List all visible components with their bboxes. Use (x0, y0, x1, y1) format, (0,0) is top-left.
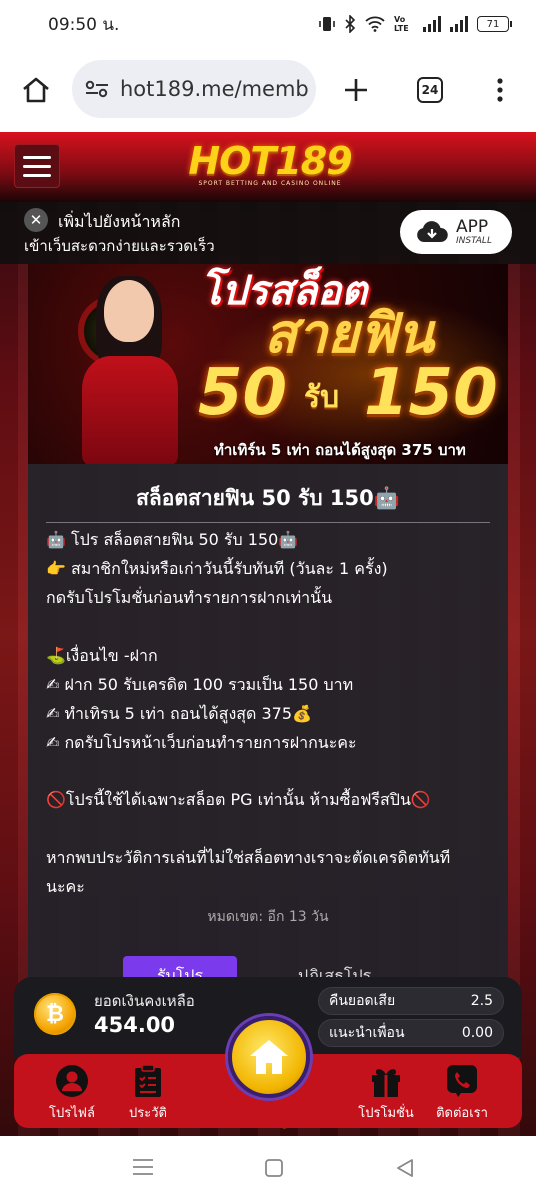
menu-button[interactable] (14, 144, 60, 188)
banner-footnote: ทำเทิร์น 5 เท่า ถอนได้สูงสุด 375 บาท (214, 441, 466, 459)
status-icons: Vo LTE 71 (319, 15, 512, 33)
install-label: INSTALL (456, 235, 492, 246)
promo-line: 👉 สมาชิกใหม่หรือเก่าวันนี้รับทันที (วันล… (46, 559, 388, 578)
bluetooth-icon (345, 15, 356, 33)
cashback-value: 2.5 (470, 993, 493, 1009)
expiry-text: หมดเขต: อีก 13 วัน (207, 909, 329, 925)
promo-line: กดรับโปรโมชั่นก่อนทำรายการฝากเท่านั้น (46, 588, 333, 607)
battery-level: 71 (477, 16, 509, 32)
promo-line: 🚫โปรนี้ใช้ได้เฉพาะสล็อต PG เท่านั้น ห้าม… (46, 790, 431, 809)
tab-switcher-button[interactable]: 24 (410, 70, 450, 110)
recents-icon[interactable] (132, 1158, 154, 1176)
status-bar: 09:50 น. Vo LTE 71 (0, 0, 536, 48)
logo-text: HOT189 (188, 139, 352, 183)
logo-tagline: SPORT BETTING AND CASINO ONLINE (198, 180, 342, 187)
nav-promotion-label: โปรโมชั่น (358, 1106, 414, 1121)
promo-line: ✍ กดรับโปรหน้าเว็บก่อนทำรายการฝากนะคะ (46, 733, 357, 752)
vibrate-icon (319, 17, 335, 31)
banner-receive: รับ (304, 380, 340, 415)
nav-history[interactable]: ประวัติ (108, 1064, 188, 1123)
balance-value: 454.00 (94, 1013, 176, 1037)
battery-icon: 71 (477, 16, 512, 32)
promo-line: หากพบประวัติการเล่นที่ไม่ใช่สล็อตทางเราจ… (46, 848, 451, 867)
profile-icon (56, 1065, 88, 1097)
clock: 09:50 น. (48, 14, 120, 35)
close-icon[interactable]: ✕ (24, 208, 48, 232)
phone-icon (447, 1065, 477, 1097)
promo-line: 🤖 โปร สล็อตสายฟิน 50 รับ 150🤖 (46, 530, 299, 549)
nav-home-button[interactable] (228, 1016, 310, 1098)
site-logo[interactable]: HOT189 SPORT BETTING AND CASINO ONLINE (180, 140, 360, 196)
address-bar[interactable]: hot189.me/memb (72, 60, 316, 118)
web-content: HOT189 SPORT BETTING AND CASINO ONLINE ✕… (0, 132, 536, 1136)
new-tab-icon[interactable] (336, 70, 376, 110)
pwa-title: เพิ่มไปยังหน้าหลัก (58, 212, 181, 231)
url-text: hot189.me/memb (120, 77, 309, 101)
nav-contact-label: ติดต่อเรา (436, 1106, 488, 1121)
nav-promotion[interactable]: โปรโมชั่น (346, 1064, 426, 1123)
nav-profile-label: โปรไฟล์ (49, 1106, 95, 1121)
site-settings-icon[interactable] (84, 78, 110, 100)
nav-profile[interactable]: โปรไฟล์ (32, 1064, 112, 1123)
gift-icon (372, 1069, 400, 1097)
app-label: APP (456, 216, 489, 237)
promo-detail-card: สล็อตสายฟิน 50 รับ 150🤖 🤖 โปร สล็อตสายฟิ… (28, 464, 508, 1024)
home-icon[interactable] (16, 70, 56, 110)
nav-contact[interactable]: ติดต่อเรา (422, 1064, 502, 1123)
cashback-label: คืนยอดเสีย (329, 993, 396, 1009)
pwa-subtitle: เข้าเว็บสะดวกง่ายและรวดเร็ว (24, 237, 215, 255)
clipboard-icon (135, 1064, 161, 1097)
promo-title: สล็อตสายฟิน 50 รับ 150🤖 (136, 486, 400, 510)
wifi-icon (365, 16, 385, 32)
referral-stat[interactable]: แนะนำเพื่อน 0.00 (318, 1019, 504, 1047)
volte-label: Vo LTE (394, 15, 409, 33)
more-menu-icon[interactable] (480, 70, 520, 110)
nav-history-label: ประวัติ (129, 1106, 167, 1121)
promo-line: ✍ ฝาก 50 รับเครดิต 100 รวมเป็น 150 บาท (46, 675, 354, 694)
model-image (74, 276, 184, 464)
divider (46, 522, 490, 523)
signal-2-icon (450, 16, 468, 32)
promo-line: ⛳เงื่อนไข -ฝาก (46, 646, 158, 665)
banner-deposit-amount: 50 (198, 356, 288, 430)
cashback-stat[interactable]: คืนยอดเสีย 2.5 (318, 987, 504, 1015)
install-app-button[interactable]: APP INSTALL (400, 210, 512, 254)
referral-label: แนะนำเพื่อน (329, 1025, 405, 1041)
promo-banner: โปรสล็อต สายฟิน 50 รับ 150 ทำเทิร์น 5 เท… (28, 264, 508, 464)
cloud-download-icon (417, 221, 448, 242)
system-nav-bar (0, 1136, 536, 1200)
site-header: HOT189 SPORT BETTING AND CASINO ONLINE (0, 132, 536, 202)
signal-1-icon (423, 16, 441, 32)
back-icon[interactable] (396, 1158, 414, 1178)
add-to-home-banner: ✕ เพิ่มไปยังหน้าหลัก เข้าเว็บสะดวกง่ายแล… (0, 202, 536, 264)
browser-toolbar: hot189.me/memb 24 (0, 48, 536, 132)
home-icon (250, 1040, 288, 1074)
promo-line: นะคะ (46, 877, 85, 896)
promo-line: ✍ ทำเทิรน 5 เท่า ถอนได้สูงสุด 375💰 (46, 704, 312, 723)
banner-receive-amount: 150 (364, 356, 498, 430)
home-nav-icon[interactable] (264, 1158, 284, 1178)
balance-label: ยอดเงินคงเหลือ (94, 992, 195, 1010)
coin-icon: ₿ (34, 993, 76, 1035)
referral-value: 0.00 (461, 1025, 493, 1041)
tab-count: 24 (417, 77, 443, 103)
